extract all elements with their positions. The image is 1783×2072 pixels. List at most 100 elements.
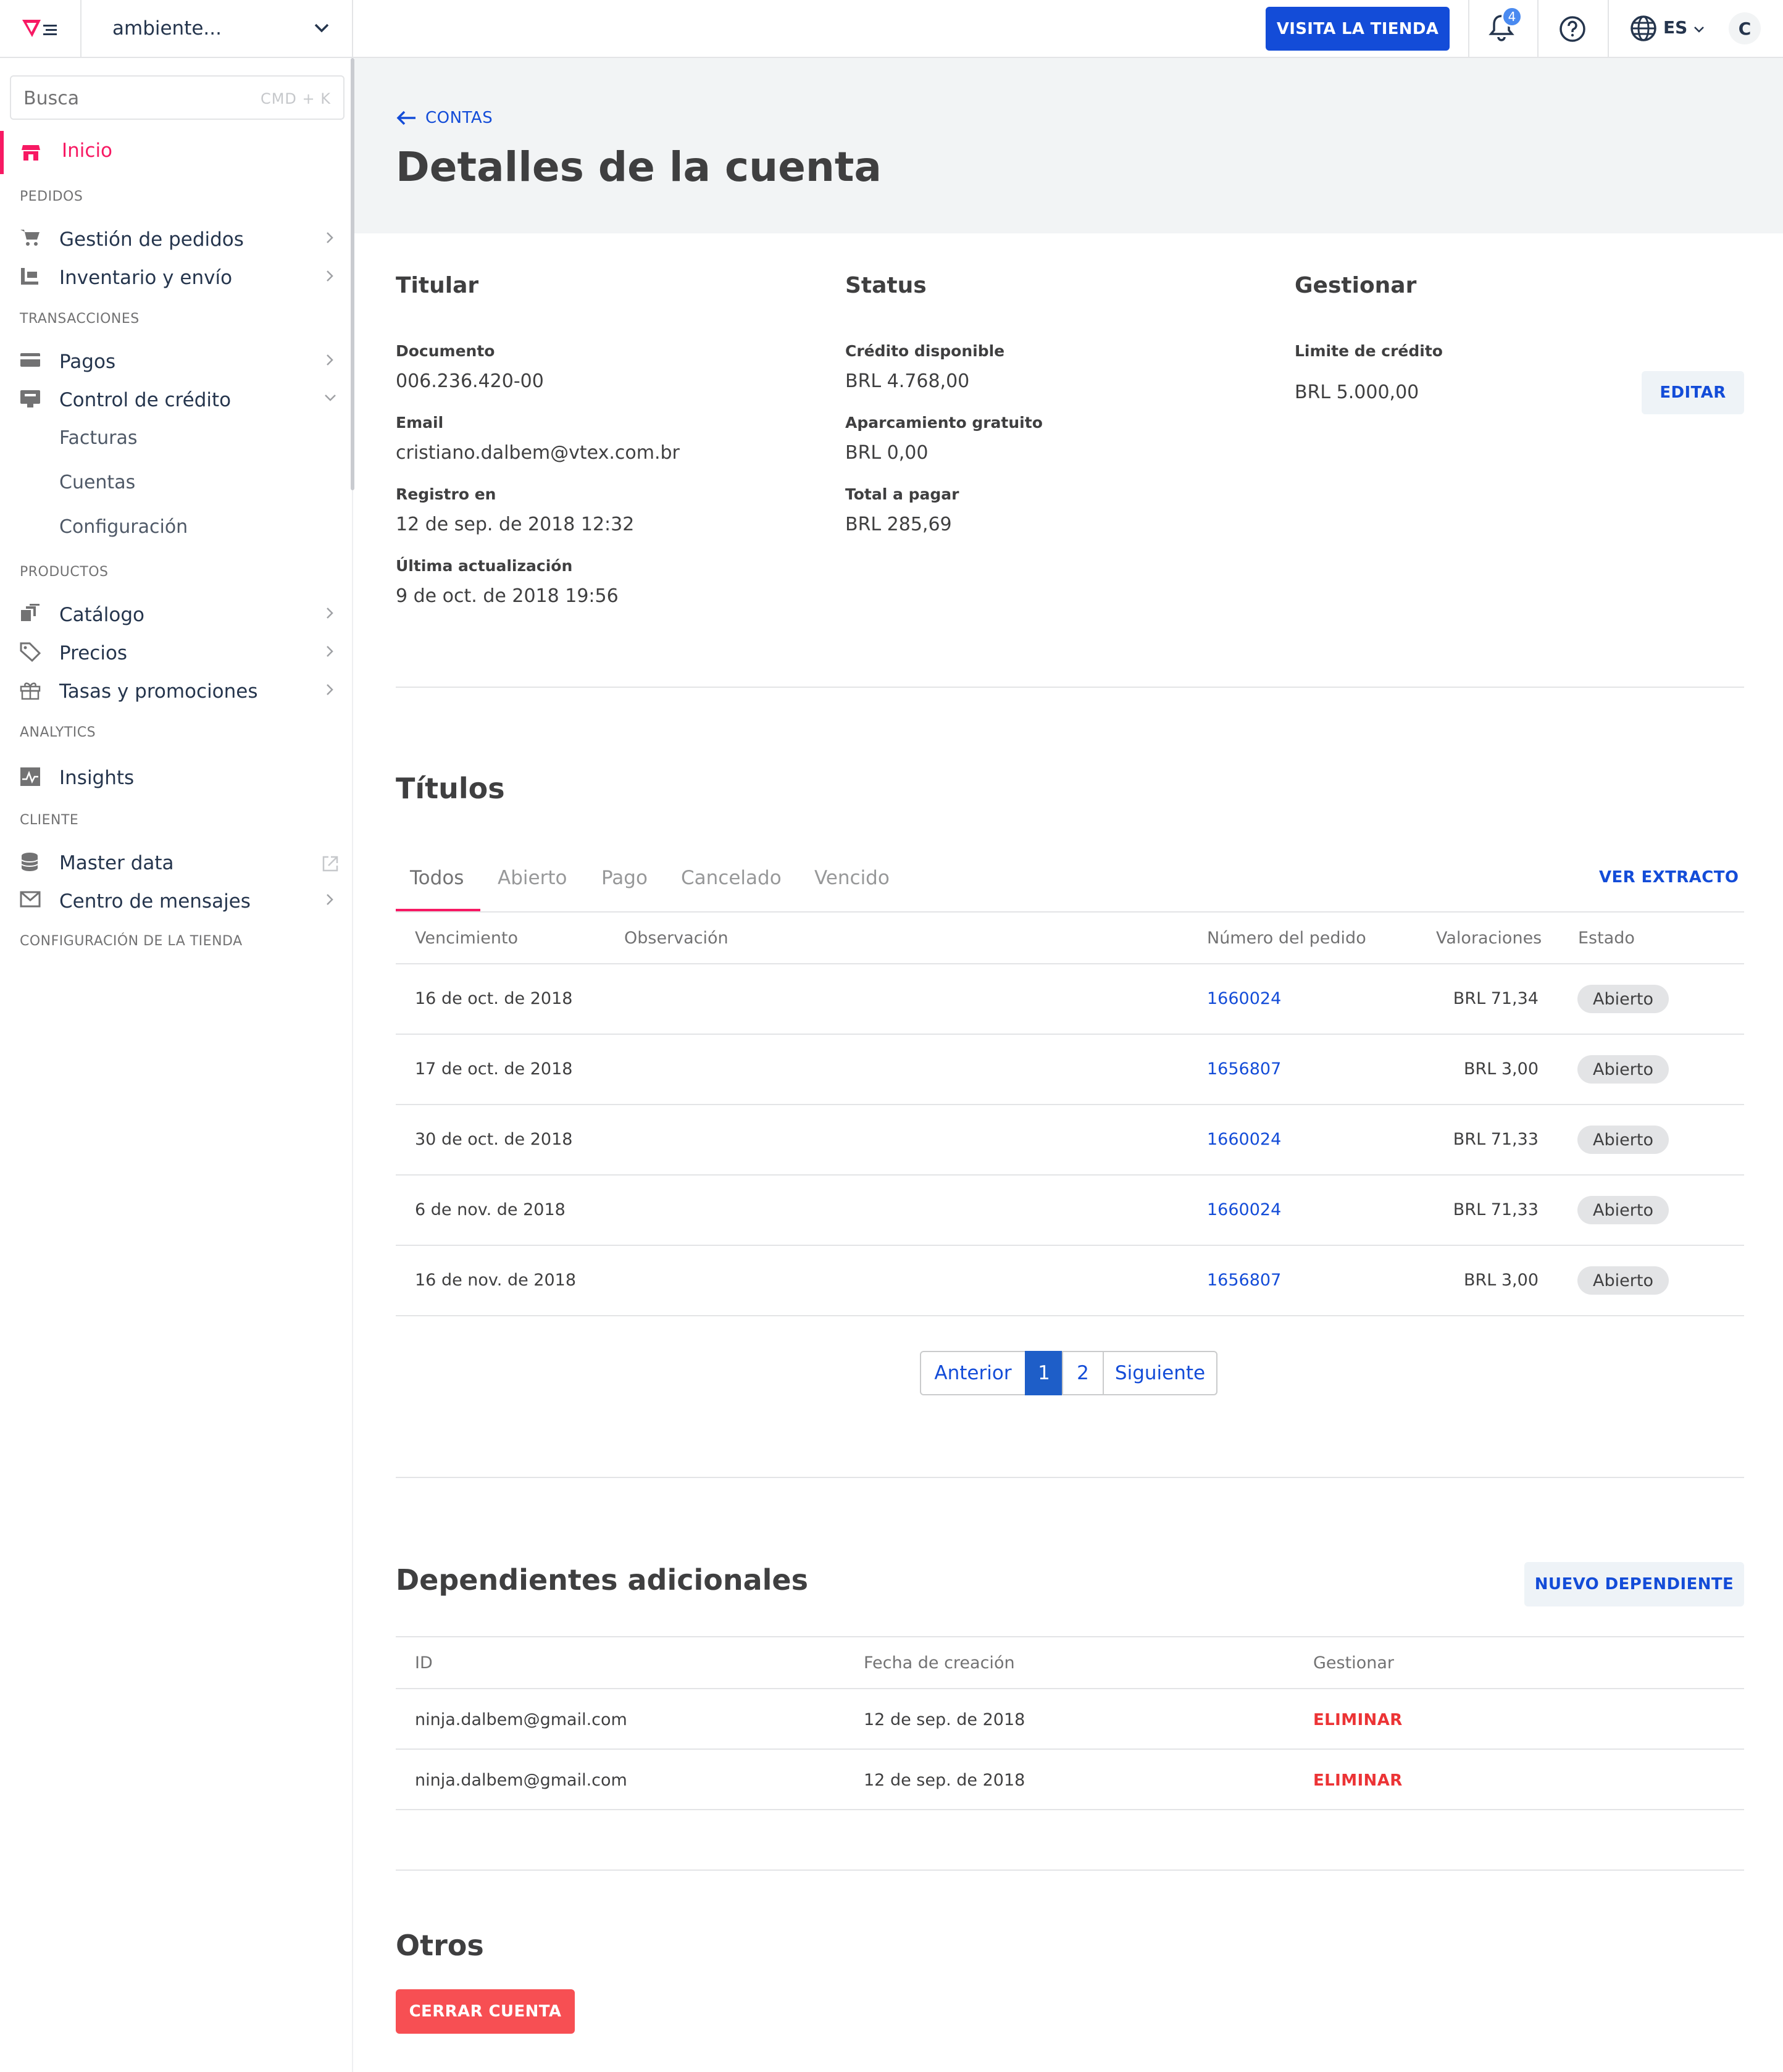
divider — [1537, 0, 1539, 57]
help-icon[interactable] — [1558, 15, 1587, 46]
database-icon — [20, 852, 40, 874]
section-label-pedidos: PEDIDOS — [20, 189, 83, 204]
column-header-created[interactable]: Fecha de creación — [864, 1653, 1015, 1673]
dependent-date: 12 de sep. de 2018 — [864, 1710, 1025, 1729]
column-header-value[interactable]: Valoraciones — [1436, 929, 1542, 948]
delete-dependent-button[interactable]: ELIMINAR — [1313, 1711, 1403, 1729]
document-value: 006.236.420-00 — [396, 370, 544, 392]
chevron-right-icon — [324, 606, 336, 622]
visit-store-button[interactable]: VISITA LA TIENDA — [1266, 7, 1450, 51]
pagination-page-2[interactable]: 2 — [1062, 1351, 1104, 1395]
sidebar-item-label: Master data — [59, 852, 174, 874]
statement-link[interactable]: VER EXTRACTO — [1599, 868, 1739, 887]
sidebar-item-inventory[interactable]: Inventario y envío — [0, 259, 353, 294]
divider — [1608, 0, 1609, 57]
pagination-page-1[interactable]: 1 — [1025, 1351, 1063, 1395]
chevron-right-icon — [324, 893, 336, 909]
divider — [396, 1688, 1744, 1689]
section-label-config[interactable]: CONFIGURACIÓN DE LA TIENDA — [20, 934, 243, 949]
sidebar-subitem-settings[interactable]: Configuración — [59, 516, 188, 538]
manage-title: Gestionar — [1295, 273, 1417, 298]
divider — [396, 1104, 1744, 1105]
close-account-button[interactable]: CERRAR CUENTA — [396, 1989, 575, 2034]
chevron-right-icon — [324, 231, 336, 247]
sidebar-item-promotions[interactable]: Tasas y promociones — [0, 673, 353, 708]
chevron-down-icon — [312, 19, 331, 42]
search-input[interactable]: Busca CMD + K — [10, 75, 344, 120]
column-header-observation[interactable]: Observación — [624, 929, 729, 948]
row-value: BRL 71,33 — [1453, 1200, 1539, 1219]
tab-cancelled[interactable]: Cancelado — [681, 867, 782, 889]
account-switcher[interactable]: ambiente... — [81, 0, 353, 57]
sidebar-item-messages[interactable]: Centro de mensajes — [0, 883, 353, 917]
sidebar-item-label: Control de crédito — [59, 389, 232, 411]
credit-icon — [20, 389, 41, 411]
back-link[interactable]: CONTAS — [396, 109, 493, 127]
page-title: Detalles de la cuenta — [396, 143, 882, 191]
row-order-link[interactable]: 1656807 — [1207, 1271, 1281, 1290]
vtex-logo[interactable] — [0, 0, 81, 57]
status-badge: Abierto — [1577, 985, 1669, 1013]
language-selector[interactable]: ES — [1663, 17, 1705, 38]
row-order-link[interactable]: 1656807 — [1207, 1059, 1281, 1079]
notification-badge: 4 — [1501, 6, 1522, 27]
sidebar-item-catalog[interactable]: Catálogo — [0, 596, 353, 631]
external-link-icon — [321, 854, 340, 875]
dependent-id: ninja.dalbem@gmail.com — [415, 1771, 627, 1790]
search-shortcut: CMD + K — [260, 90, 331, 107]
column-header-status[interactable]: Estado — [1578, 929, 1635, 948]
globe-icon[interactable] — [1630, 15, 1657, 44]
status-badge: Abierto — [1577, 1126, 1669, 1154]
column-header-due[interactable]: Vencimiento — [415, 929, 518, 948]
others-heading: Otros — [396, 1929, 484, 1962]
column-header-id[interactable]: ID — [415, 1653, 433, 1673]
divider — [396, 963, 1744, 964]
status-badge: Abierto — [1577, 1266, 1669, 1295]
sidebar-item-label: Tasas y promociones — [59, 680, 258, 703]
row-due: 17 de oct. de 2018 — [415, 1059, 573, 1079]
sidebar-item-masterdata[interactable]: Master data — [0, 845, 353, 879]
divider — [396, 1636, 1744, 1637]
pagination-previous[interactable]: Anterior — [920, 1351, 1026, 1395]
sidebar-subitem-accounts[interactable]: Cuentas — [59, 472, 135, 493]
column-header-order[interactable]: Número del pedido — [1207, 929, 1366, 948]
column-header-manage[interactable]: Gestionar — [1313, 1653, 1394, 1673]
divider — [396, 1174, 1744, 1176]
tab-paid[interactable]: Pago — [601, 867, 648, 889]
status-title: Status — [845, 273, 927, 298]
tab-all[interactable]: Todos — [410, 867, 464, 889]
titles-heading: Títulos — [396, 772, 505, 805]
row-value: BRL 3,00 — [1463, 1271, 1539, 1290]
new-dependent-button[interactable]: NUEVO DEPENDIENTE — [1524, 1562, 1744, 1606]
row-order-link[interactable]: 1660024 — [1207, 989, 1281, 1008]
edit-button[interactable]: EDITAR — [1642, 371, 1744, 414]
divider — [396, 1748, 1744, 1750]
sidebar-item-insights[interactable]: Insights — [0, 759, 353, 794]
sidebar-item-home[interactable]: Inicio — [0, 131, 353, 174]
avatar[interactable]: C — [1729, 12, 1761, 44]
email-label: Email — [396, 414, 444, 432]
language-label: ES — [1663, 17, 1688, 38]
inventory-icon — [20, 267, 40, 289]
section-label-productos: PRODUCTOS — [20, 564, 109, 580]
sidebar-item-label: Centro de mensajes — [59, 890, 251, 913]
sidebar-item-prices[interactable]: Precios — [0, 635, 353, 669]
tab-open[interactable]: Abierto — [498, 867, 567, 889]
chevron-down-icon — [324, 391, 337, 406]
delete-dependent-button[interactable]: ELIMINAR — [1313, 1771, 1403, 1790]
sidebar-item-label: Inicio — [62, 140, 113, 162]
chevron-right-icon — [324, 353, 336, 369]
sidebar-subitem-invoices[interactable]: Facturas — [59, 427, 138, 449]
row-order-link[interactable]: 1660024 — [1207, 1130, 1281, 1149]
updated-label: Última actualización — [396, 557, 573, 575]
divider — [396, 1315, 1744, 1316]
pagination-next[interactable]: Siguiente — [1103, 1351, 1217, 1395]
sidebar-item-payments[interactable]: Pagos — [0, 343, 353, 378]
status-badge: Abierto — [1577, 1196, 1669, 1224]
account-name: ambiente... — [112, 17, 222, 40]
sidebar-item-credit-control[interactable]: Control de crédito — [0, 382, 353, 416]
tab-overdue[interactable]: Vencido — [814, 867, 890, 889]
row-order-link[interactable]: 1660024 — [1207, 1200, 1281, 1219]
sidebar-item-orders[interactable]: Gestión de pedidos — [0, 221, 353, 256]
email-value: cristiano.dalbem@vtex.com.br — [396, 442, 680, 464]
